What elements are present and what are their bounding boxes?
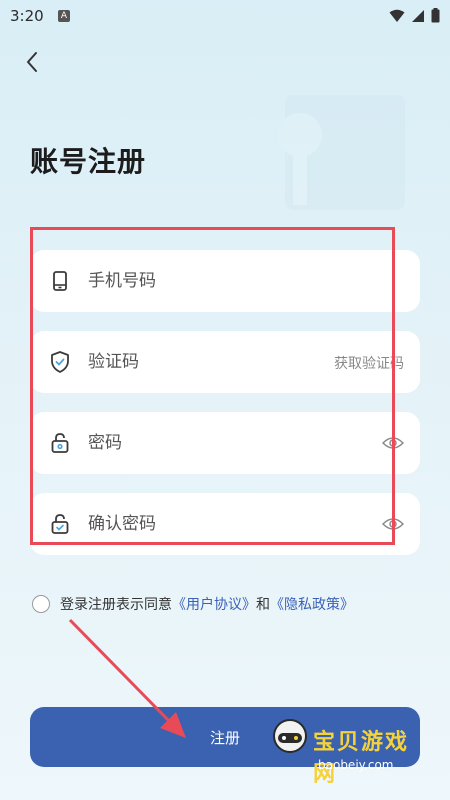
user-agreement-link[interactable]: 《用户协议》 <box>172 597 256 613</box>
agreement-row: 登录注册表示同意《用户协议》和《隐私政策》 <box>32 594 354 614</box>
password-input[interactable] <box>88 412 328 474</box>
eye-icon[interactable] <box>382 433 404 453</box>
status-icons <box>389 8 440 23</box>
phone-input[interactable] <box>88 250 328 312</box>
privacy-policy-link[interactable]: 《隐私政策》 <box>270 597 354 613</box>
back-button[interactable] <box>18 48 46 76</box>
get-code-button[interactable]: 获取验证码 <box>334 353 404 373</box>
verification-code-input[interactable] <box>88 331 328 393</box>
wifi-icon <box>389 9 405 22</box>
password-field[interactable] <box>30 412 420 474</box>
lock-icon <box>51 433 69 453</box>
confirm-password-input[interactable] <box>88 493 328 555</box>
shield-check-icon <box>51 351 69 373</box>
lock-check-icon <box>51 514 69 534</box>
register-button[interactable]: 注册 <box>30 707 420 767</box>
agreement-checkbox[interactable] <box>32 595 50 613</box>
signal-icon <box>412 9 424 22</box>
verification-code-field[interactable]: 获取验证码 <box>30 331 420 393</box>
confirm-password-field[interactable] <box>30 493 420 555</box>
app-notification-icon: A <box>58 10 70 22</box>
register-button-label: 注册 <box>209 728 240 747</box>
phone-icon <box>53 271 67 291</box>
agreement-text: 登录注册表示同意《用户协议》和《隐私政策》 <box>60 594 354 614</box>
battery-icon <box>431 8 440 23</box>
chevron-left-icon <box>27 52 37 72</box>
background-decoration <box>278 95 405 210</box>
agreement-and: 和 <box>256 597 270 613</box>
page-title: 账号注册 <box>30 145 147 178</box>
eye-icon[interactable] <box>382 514 404 534</box>
status-time: 3:20 <box>10 7 44 25</box>
phone-field[interactable] <box>30 250 420 312</box>
agreement-prefix: 登录注册表示同意 <box>60 597 172 613</box>
status-bar: 3:20 A <box>0 0 450 32</box>
